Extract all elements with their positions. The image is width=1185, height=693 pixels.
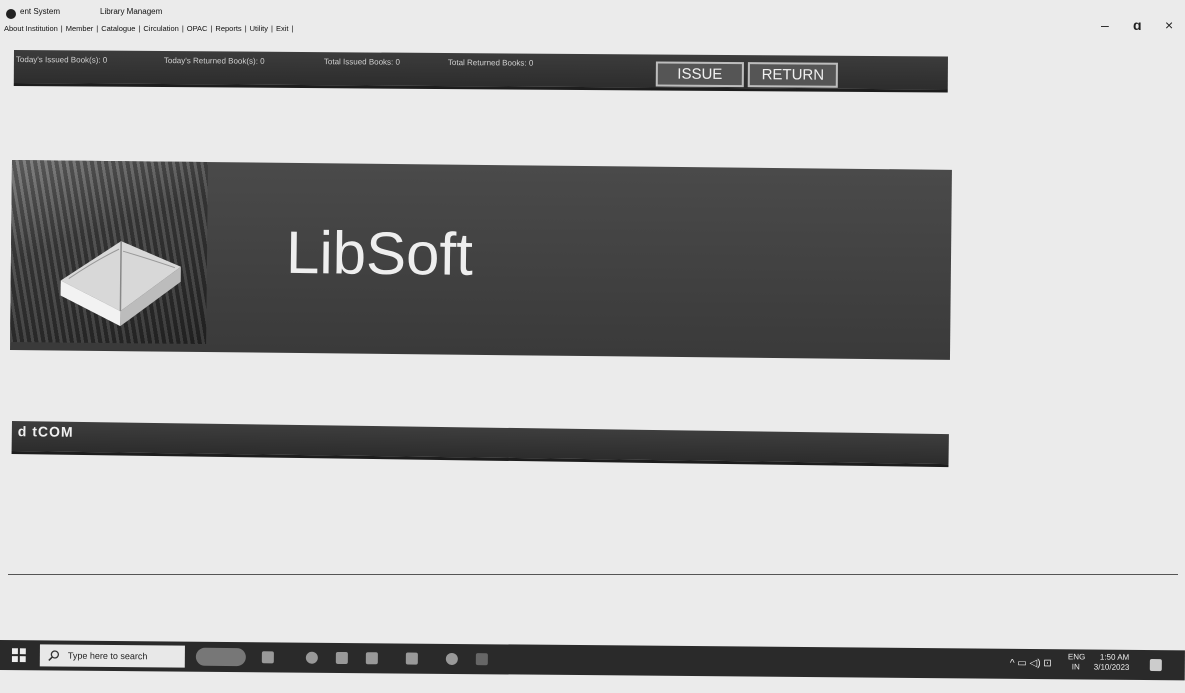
menu-catalogue[interactable]: Catalogue [101,24,135,36]
todays-returned-count: Today's Returned Book(s): 0 [163,56,265,66]
tray-language[interactable]: ENG [1068,652,1085,661]
edge-browser-icon[interactable] [305,651,318,664]
search-icon [48,650,60,661]
library-book-image [10,160,208,345]
tray-icons[interactable]: ^ ▭ ◁) ⊡ [1010,658,1052,669]
bottom-panel [8,574,1178,641]
menu-separator: | [210,24,213,33]
minimize-button[interactable]: – [1101,18,1109,32]
tray-region[interactable]: IN [1072,662,1080,671]
menu-about-institution[interactable]: About Institution [4,24,58,36]
circulation-status-bar: Today's Issued Book(s): 0 Today's Return… [13,50,948,93]
menu-separator: | [270,24,273,33]
windows-start-icon[interactable] [11,648,26,663]
taskbar-search-input[interactable]: Type here to search [39,644,185,668]
footer-strip: d tCOM [11,421,949,468]
cortana-icon[interactable] [195,647,246,667]
window-title-right: Library Managem [100,7,163,16]
menu-separator: | [244,24,247,33]
mail-icon[interactable] [405,652,418,665]
menu-exit[interactable]: Exit [276,24,289,36]
clock-time[interactable]: 1:50 AM [1100,653,1129,662]
store-icon[interactable] [365,652,378,665]
windows-taskbar: Type here to search ^ ▭ ◁) ⊡ ENG IN 1:50… [0,640,1185,681]
window-title-left: ent System [20,7,61,16]
total-returned-count: Total Returned Books: 0 [447,58,534,68]
app-icon [6,9,16,19]
search-placeholder: Type here to search [67,650,148,662]
file-explorer-icon[interactable] [335,651,348,665]
app-logo-title: LibSoft [285,218,474,288]
return-button[interactable]: RETURN [747,62,838,88]
menu-separator: | [291,24,294,33]
todays-issued-count: Today's Issued Book(s): 0 [15,55,108,65]
app-taskbar-icon[interactable] [475,653,488,666]
menu-separator: | [60,24,63,33]
menu-opac[interactable]: OPAC [187,24,208,36]
menu-bar: About Institution | Member | Catalogue |… [4,24,296,36]
maximize-button[interactable]: ɑ [1133,18,1142,32]
task-view-icon[interactable] [261,651,274,664]
menu-utility[interactable]: Utility [250,24,268,36]
close-button[interactable]: × [1165,18,1173,32]
footer-strip-label: d tCOM [17,423,74,440]
open-book-icon [60,241,181,327]
menu-reports[interactable]: Reports [215,24,241,36]
menu-separator: | [96,24,99,33]
notifications-icon[interactable] [1149,659,1162,672]
menu-member[interactable]: Member [66,24,94,36]
title-bar: ent System Library Managem – ɑ × [0,0,1185,32]
libsoft-banner: LibSoft [10,160,952,360]
issue-button[interactable]: ISSUE [655,61,744,88]
chrome-icon[interactable] [445,652,458,665]
menu-separator: | [138,24,141,33]
menu-circulation[interactable]: Circulation [143,24,178,36]
clock-date[interactable]: 3/10/2023 [1094,663,1130,672]
total-issued-count: Total Issued Books: 0 [323,57,401,67]
menu-separator: | [181,24,184,33]
